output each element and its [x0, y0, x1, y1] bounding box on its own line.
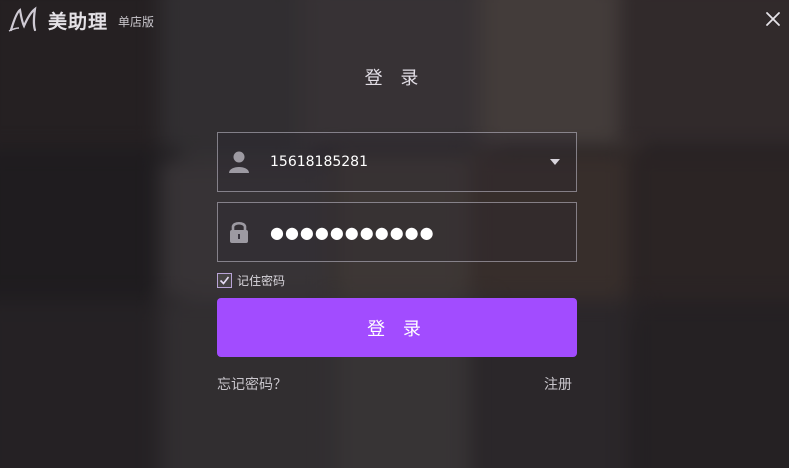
app-name: 美助理: [48, 10, 109, 33]
lock-icon: [230, 221, 248, 243]
forgot-password-link[interactable]: 忘记密码？: [217, 374, 287, 394]
user-icon: [229, 151, 249, 173]
app-edition: 单店版: [118, 15, 155, 29]
username-field[interactable]: 15618185281: [217, 132, 577, 192]
register-link[interactable]: 注册: [544, 374, 572, 394]
app-logo: 美助理 单店版: [8, 6, 154, 34]
remember-label: 记住密码: [237, 274, 286, 288]
checkmark-icon: [219, 276, 230, 285]
close-icon[interactable]: [765, 11, 781, 27]
username-value[interactable]: 15618185281: [270, 133, 368, 191]
chevron-down-icon[interactable]: [550, 159, 560, 165]
logo-m-icon: [8, 6, 37, 32]
remember-checkbox[interactable]: [217, 273, 232, 288]
password-value[interactable]: ●●●●●●●●●●●: [270, 203, 435, 261]
login-button[interactable]: 登 录: [217, 298, 577, 357]
password-field[interactable]: ●●●●●●●●●●●: [217, 202, 577, 262]
remember-password[interactable]: 记住密码: [217, 272, 285, 289]
login-title: 登 录: [364, 68, 425, 89]
